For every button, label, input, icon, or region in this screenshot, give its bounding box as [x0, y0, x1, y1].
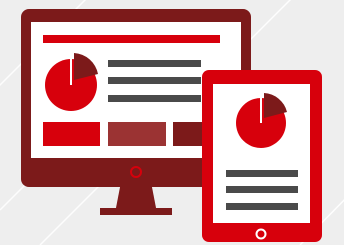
tablet-text-line	[226, 203, 298, 210]
monitor-header-bar	[43, 35, 220, 43]
devices-illustration	[0, 0, 344, 245]
illustration-stage	[0, 0, 344, 245]
monitor-stand-base	[100, 208, 172, 215]
tablet-text-line	[226, 170, 298, 177]
monitor-block	[173, 122, 203, 146]
monitor-text-line	[108, 60, 201, 67]
tablet-text-line	[226, 186, 298, 193]
monitor-block	[108, 122, 166, 146]
tablet	[202, 70, 322, 242]
monitor-text-line	[108, 77, 201, 84]
monitor-text-line	[108, 95, 201, 102]
monitor-block	[43, 122, 100, 146]
